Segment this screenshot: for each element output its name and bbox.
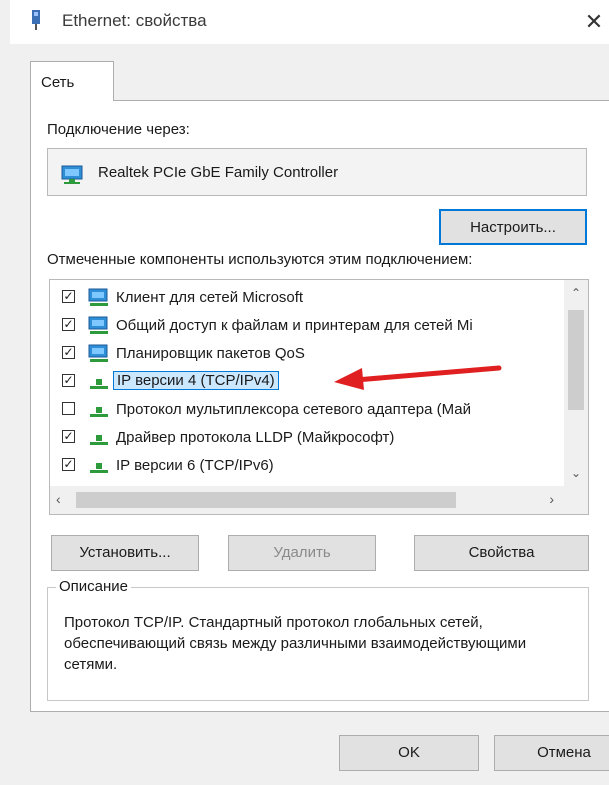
install-button[interactable]: Установить...: [51, 535, 199, 571]
list-item-label: IP версии 4 (TCP/IPv4): [113, 371, 279, 390]
remove-button[interactable]: Удалить: [228, 535, 376, 571]
vertical-scrollbar[interactable]: ⌃ ⌄: [564, 280, 588, 487]
description-group: Описание Протокол TCP/IP. Стандартный пр…: [47, 578, 589, 701]
scrollbar-thumb[interactable]: [76, 492, 456, 508]
list-item-label: Общий доступ к файлам и принтерам для се…: [116, 317, 473, 334]
tab-network[interactable]: Сеть: [30, 61, 114, 101]
cancel-button[interactable]: Отмена: [494, 735, 609, 771]
checkbox[interactable]: ✓: [62, 346, 75, 359]
annotation-arrow-icon: [334, 365, 502, 390]
list-item-label: Клиент для сетей Microsoft: [116, 289, 304, 306]
configure-button[interactable]: Настроить...: [439, 209, 587, 245]
list-item[interactable]: Протокол мультиплексора сетевого адаптер…: [50, 396, 560, 424]
checkbox[interactable]: [62, 402, 75, 415]
chevron-left-icon[interactable]: ‹: [56, 491, 61, 507]
connect-via-label: Подключение через:: [47, 121, 190, 138]
list-item-label: Драйвер протокола LLDP (Майкрософт): [116, 429, 395, 446]
network-adapter-icon: [32, 10, 40, 30]
list-item-label: Протокол мультиплексора сетевого адаптер…: [116, 401, 471, 418]
chevron-down-icon[interactable]: ⌄: [564, 466, 588, 480]
checkbox[interactable]: ✓: [62, 374, 75, 387]
dialog-body: Сеть Подключение через: Realtek PCIe GbE…: [10, 44, 609, 785]
description-text: Протокол TCP/IP. Стандартный протокол гл…: [64, 614, 527, 673]
list-item-label: IP версии 6 (TCP/IPv6): [116, 457, 274, 474]
components-label: Отмеченные компоненты используются этим …: [47, 251, 473, 268]
scrollbar-thumb[interactable]: [568, 310, 584, 410]
checkbox[interactable]: ✓: [62, 458, 75, 471]
properties-button[interactable]: Свойства: [414, 535, 589, 571]
chevron-up-icon[interactable]: ⌃: [564, 286, 588, 300]
close-button[interactable]: ✕: [579, 0, 609, 44]
tab-panel: Подключение через: Realtek PCIe GbE Fami…: [30, 100, 609, 712]
network-adapter-icon: [61, 165, 83, 184]
title-bar: Ethernet: свойства ✕: [10, 0, 609, 44]
list-item-label: Планировщик пакетов QoS: [116, 345, 305, 362]
list-item[interactable]: ✓ Общий доступ к файлам и принтерам для …: [50, 312, 560, 340]
network-client-icon: [88, 288, 108, 306]
window-title: Ethernet: свойства: [62, 11, 207, 30]
network-service-icon: [88, 316, 108, 334]
chevron-right-icon[interactable]: ›: [549, 491, 554, 507]
components-list[interactable]: ✓ Клиент для сетей Microsoft ✓ Общий дос…: [49, 279, 589, 515]
list-item[interactable]: ✓ Клиент для сетей Microsoft: [50, 284, 560, 312]
list-item[interactable]: ✓ Драйвер протокола LLDP (Майкрософт): [50, 424, 560, 452]
checkbox[interactable]: ✓: [62, 318, 75, 331]
horizontal-scrollbar[interactable]: ‹ ›: [50, 486, 588, 514]
network-service-icon: [88, 344, 108, 362]
network-protocol-icon: [90, 435, 108, 445]
adapter-field: Realtek PCIe GbE Family Controller: [47, 148, 587, 196]
network-protocol-icon: [90, 407, 108, 417]
network-protocol-icon: [90, 463, 108, 473]
checkbox[interactable]: ✓: [62, 430, 75, 443]
ok-button[interactable]: OK: [339, 735, 479, 771]
checkbox[interactable]: ✓: [62, 290, 75, 303]
list-item[interactable]: ✓ IP версии 6 (TCP/IPv6): [50, 452, 560, 480]
description-title: Описание: [56, 578, 132, 595]
adapter-name: Realtek PCIe GbE Family Controller: [98, 164, 339, 181]
network-protocol-icon: [90, 379, 108, 389]
